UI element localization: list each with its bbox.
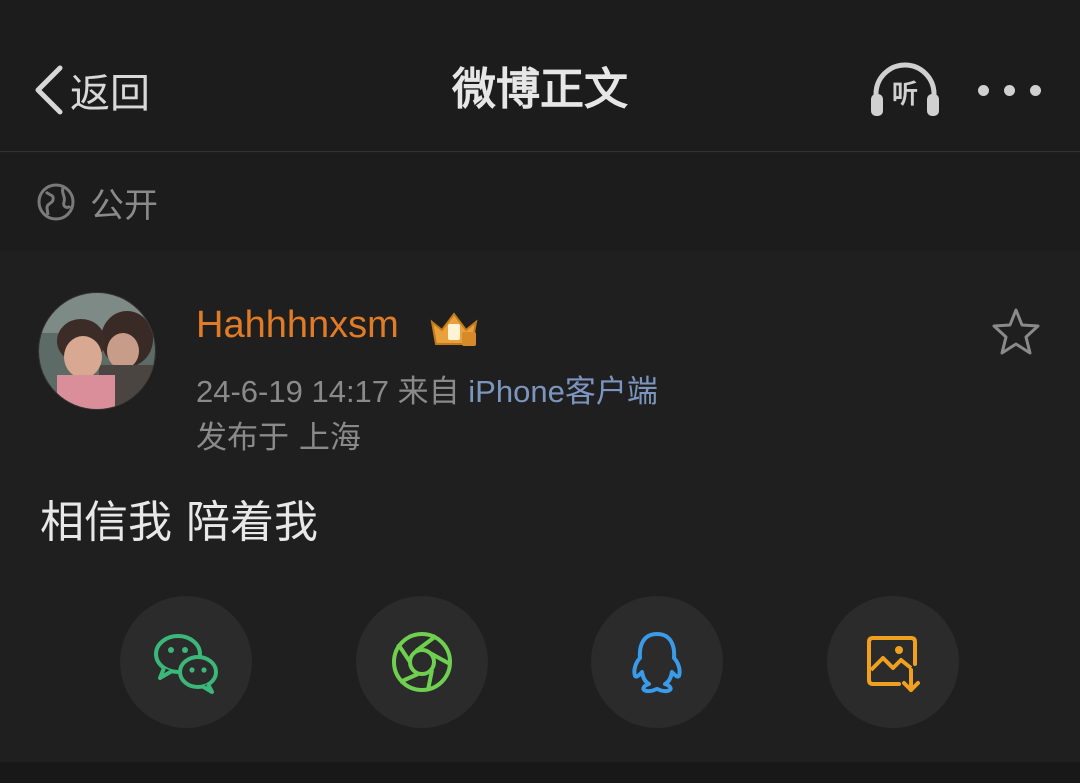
save-image-button[interactable]: [827, 596, 959, 728]
visibility-label: 公开: [90, 185, 158, 226]
more-options-button[interactable]: [974, 78, 1046, 104]
share-moments-button[interactable]: [356, 596, 488, 728]
post-card: Hahhhnxsm 24-6-19 14:17 来自 iPhone客户端 发布于…: [0, 252, 1080, 762]
save-image-icon: [867, 636, 920, 692]
star-favorite-icon[interactable]: [990, 306, 1042, 358]
top-nav-bar: 返回 微博正文 听: [0, 0, 1080, 152]
moments-aperture-icon: [392, 632, 452, 692]
post-location: 发布于 上海: [196, 420, 361, 456]
post-timestamp: 24-6-19 14:17: [196, 374, 390, 409]
post-meta: 24-6-19 14:17 来自 iPhone客户端: [196, 366, 658, 411]
globe-icon: [37, 183, 75, 221]
back-button[interactable]: 返回: [30, 62, 150, 118]
vip-crown-badge-icon: [430, 312, 478, 346]
source-link[interactable]: iPhone客户端: [468, 374, 658, 409]
qq-icon: [632, 632, 682, 694]
listen-button[interactable]: 听: [868, 60, 942, 120]
avatar[interactable]: [38, 292, 156, 410]
username[interactable]: Hahhhnxsm: [196, 304, 399, 347]
bottom-bar: [0, 762, 1080, 783]
listen-label: 听: [891, 80, 918, 110]
share-qq-button[interactable]: [591, 596, 723, 728]
wechat-icon: [154, 634, 218, 694]
source-prefix: 来自: [397, 374, 460, 409]
back-label: 返回: [70, 71, 150, 117]
post-content: 相信我 陪着我: [40, 497, 318, 548]
more-dots-icon: [978, 85, 989, 96]
visibility-row: 公开: [0, 153, 1080, 251]
avatar-photo: [39, 293, 155, 409]
chevron-left-icon: [35, 65, 63, 115]
share-wechat-button[interactable]: [120, 596, 252, 728]
